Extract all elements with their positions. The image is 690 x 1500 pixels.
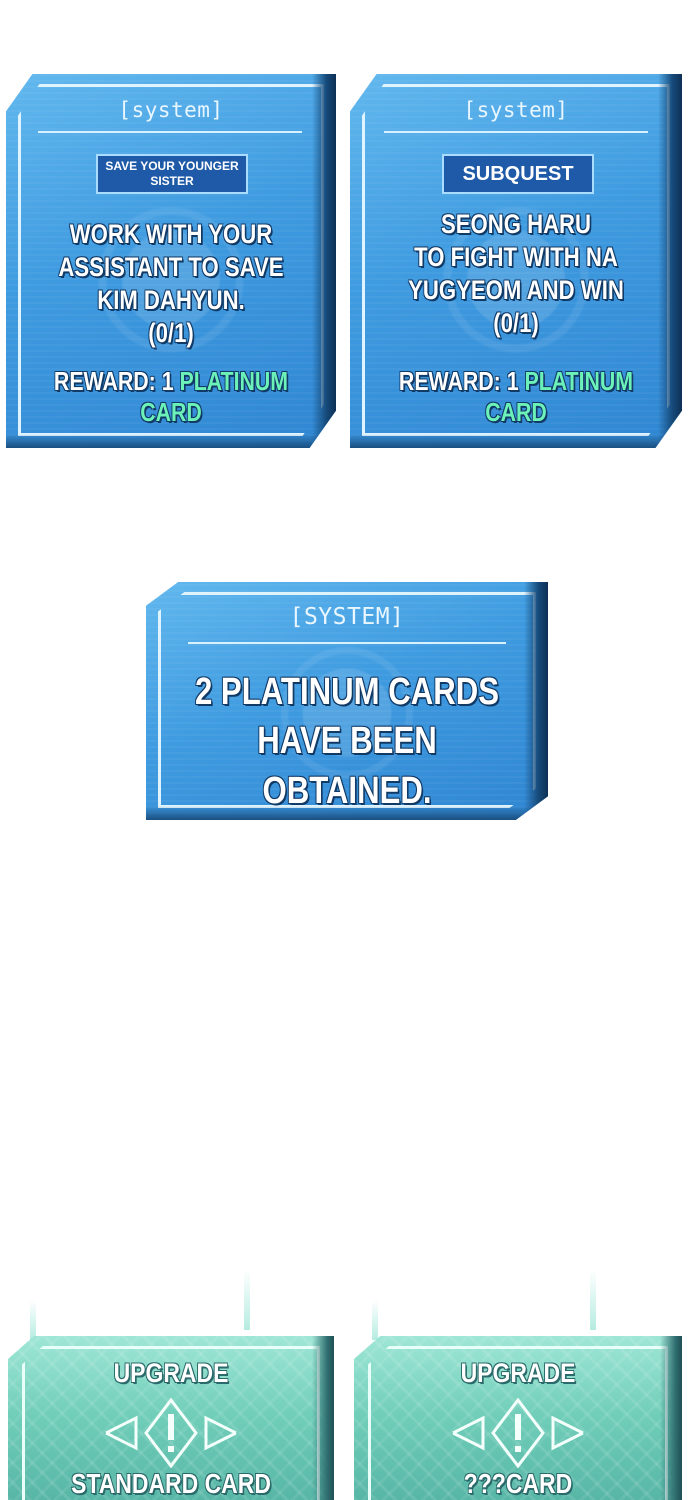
- exclamation-diamond-icon: [443, 1397, 593, 1479]
- upgrade-panel-left: UPGRADE STANDARD CARD: [8, 1336, 334, 1500]
- upgrade-card-name: ???CARD: [463, 1468, 573, 1499]
- quest-reward: REWARD: 1 PLATINUM CARD: [380, 366, 652, 428]
- quest-line: ASSISTANT TO SAVE: [58, 251, 284, 282]
- upgrade-panel-right: UPGRADE ???CARD: [354, 1336, 682, 1500]
- glow-effect: [244, 1270, 250, 1330]
- message-line: 2 PLATINUM CARDS: [194, 671, 500, 713]
- system-panel-center: [SYSTEM] 2 PLATINUM CARDS HAVE BEEN OBTA…: [146, 582, 548, 820]
- upgrade-title: UPGRADE: [460, 1358, 576, 1388]
- panel-edge: [660, 1336, 682, 1500]
- quest-reward: REWARD: 1 PLATINUM CARD: [36, 366, 307, 428]
- system-panel-right: [system] SUBQUEST SEONG HARU TO FIGHT WI…: [350, 74, 682, 448]
- panel-edge: [658, 74, 682, 448]
- emblem-graphic: [105, 1397, 237, 1469]
- title-divider: [188, 642, 506, 644]
- title-divider: [38, 131, 302, 133]
- message-line: HAVE BEEN OBTAINED.: [257, 720, 437, 812]
- panel-edge-bottom: [6, 434, 336, 448]
- title-divider: [384, 131, 648, 133]
- quest-description: SEONG HARU TO FIGHT WITH NA YUGYEOM AND …: [380, 208, 652, 340]
- quest-tag: SAVE YOUR YOUNGER SISTER: [96, 154, 248, 194]
- quest-description: WORK WITH YOUR ASSISTANT TO SAVE KIM DAH…: [36, 218, 307, 350]
- exclamation-diamond-icon: [96, 1397, 246, 1479]
- upgrade-card-name: STANDARD CARD: [71, 1468, 271, 1499]
- system-panel-left: [system] SAVE YOUR YOUNGER SISTER WORK W…: [6, 74, 336, 448]
- quest-line: TO FIGHT WITH NA: [414, 241, 618, 272]
- emblem-graphic: [452, 1397, 584, 1469]
- quest-line: SEONG HARU: [440, 209, 592, 239]
- reward-prefix: REWARD: 1: [53, 366, 180, 396]
- panel-edge-bottom: [350, 434, 682, 448]
- panel-title: [SYSTEM]: [289, 604, 405, 630]
- quest-line: YUGYEOM AND WIN: [408, 274, 624, 305]
- upgrade-title: UPGRADE: [113, 1358, 229, 1388]
- panel-edge: [312, 74, 336, 448]
- quest-line: KIM DAHYUN.: [97, 284, 245, 315]
- glow-effect: [30, 1300, 36, 1340]
- panel-title: [system]: [463, 98, 569, 122]
- panel-title: [system]: [118, 98, 224, 122]
- glow-effect: [590, 1270, 596, 1330]
- quest-progress: (0/1): [148, 317, 194, 348]
- quest-progress: (0/1): [493, 307, 539, 338]
- glow-effect: [372, 1300, 378, 1340]
- panel-edge: [312, 1336, 334, 1500]
- quest-tag: SUBQUEST: [442, 154, 594, 194]
- quest-line: WORK WITH YOUR: [69, 219, 273, 249]
- reward-prefix: REWARD: 1: [398, 366, 525, 396]
- notification-message: 2 PLATINUM CARDS HAVE BEEN OBTAINED.: [182, 668, 512, 816]
